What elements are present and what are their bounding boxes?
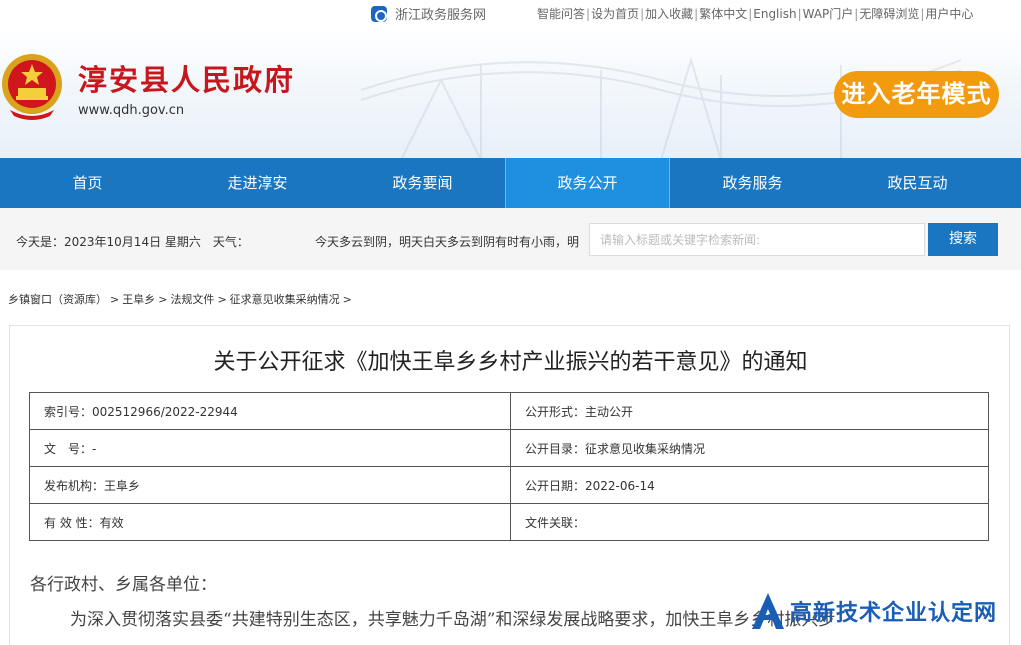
meta-disclosure-form: 公开形式：主动公开 xyxy=(510,392,989,430)
separator: | xyxy=(640,7,645,21)
breadcrumb-item[interactable]: 征求意见收集采纳情况 xyxy=(230,293,340,306)
zhejiang-service-link[interactable]: 浙江政务服务网 xyxy=(371,4,486,23)
meta-validity: 有 效 性：有效 xyxy=(29,503,511,541)
main-nav: 首页 走进淳安 政务要闻 政务公开 政务服务 政民互动 xyxy=(0,158,1021,208)
breadcrumb-separator: > xyxy=(217,293,227,306)
top-link-qa[interactable]: 智能问答 xyxy=(537,7,585,21)
article-title: 关于公开征求《加快王阜乡乡村产业振兴的若干意见》的通知 xyxy=(213,350,808,375)
nav-item-interaction[interactable]: 政民互动 xyxy=(835,158,1000,208)
nav-item-about-chunan[interactable]: 走进淳安 xyxy=(175,158,340,208)
national-emblem-icon xyxy=(2,54,62,120)
top-link-user-center[interactable]: 用户中心 xyxy=(925,7,973,21)
top-link-traditional[interactable]: 繁体中文 xyxy=(699,7,747,21)
top-links: 智能问答|设为首页|加入收藏|繁体中文|English|WAP门户|无障碍浏览|… xyxy=(537,5,973,22)
watermark-logo: 高新技术企业认定网 xyxy=(752,589,1021,632)
meta-document-number: 文 号：- xyxy=(29,429,511,467)
nav-item-services[interactable]: 政务服务 xyxy=(670,158,835,208)
breadcrumb-separator: > xyxy=(110,293,120,306)
meta-index-number: 索引号：002512966/2022-22944 xyxy=(29,392,511,430)
meta-publish-date: 公开日期：2022-06-14 xyxy=(510,466,989,504)
breadcrumb-item[interactable]: 法规文件 xyxy=(170,293,214,306)
table-row: 有 效 性：有效 文件关联： xyxy=(29,503,989,541)
top-link-wap[interactable]: WAP门户 xyxy=(803,7,854,21)
top-link-english[interactable]: English xyxy=(753,7,796,21)
elder-mode-button[interactable]: 进入老年模式 xyxy=(834,71,999,118)
breadcrumb: 乡镇窗口（资源库） > 王阜乡 > 法规文件 > 征求意见收集采纳情况 > xyxy=(8,291,355,307)
nav-item-home[interactable]: 首页 xyxy=(0,158,175,208)
search-input[interactable]: 请输入标题或关键字检索新闻: xyxy=(589,223,925,256)
date-weather-label: 今天是：2023年10月14日 星期六 天气： xyxy=(16,235,249,249)
top-link-set-home[interactable]: 设为首页 xyxy=(591,7,639,21)
top-link-favorite[interactable]: 加入收藏 xyxy=(645,7,693,21)
article-salutation: 各行政村、乡属各单位： xyxy=(30,575,217,595)
separator: | xyxy=(797,7,802,21)
table-row: 发布机构：王阜乡 公开日期：2022-06-14 xyxy=(29,466,989,504)
watermark-text: 高新技术企业认定网 xyxy=(790,600,998,626)
table-row: 索引号：002512966/2022-22944 公开形式：主动公开 xyxy=(29,392,989,430)
nav-item-disclosure[interactable]: 政务公开 xyxy=(505,158,670,208)
nav-item-news[interactable]: 政务要闻 xyxy=(340,158,505,208)
breadcrumb-item[interactable]: 王阜乡 xyxy=(122,293,155,306)
site-title[interactable]: 淳安县人民政府 xyxy=(78,57,295,99)
separator: | xyxy=(920,7,925,21)
zhejiang-service-label: 浙江政务服务网 xyxy=(395,8,487,23)
search-button[interactable]: 搜索 xyxy=(928,223,998,256)
breadcrumb-separator: > xyxy=(158,293,168,306)
watermark-a-icon xyxy=(752,592,784,629)
breadcrumb-separator: > xyxy=(342,293,352,306)
separator: | xyxy=(854,7,859,21)
article-paragraph: 为深入贯彻落实县委“共建特别生态区，共享魅力千岛湖”和深绿发展战略要求，加快王阜… xyxy=(70,610,836,630)
article-meta-table: 索引号：002512966/2022-22944 公开形式：主动公开 文 号：-… xyxy=(29,392,989,541)
meta-disclosure-category: 公开目录：征求意见收集采纳情况 xyxy=(510,429,989,467)
top-utility-bar: 浙江政务服务网 智能问答|设为首页|加入收藏|繁体中文|English|WAP门… xyxy=(0,0,1021,28)
zhejiang-service-icon xyxy=(371,5,387,22)
site-url: www.qdh.gov.cn xyxy=(78,103,185,118)
breadcrumb-item[interactable]: 乡镇窗口（资源库） xyxy=(8,293,107,306)
top-link-accessibility[interactable]: 无障碍浏览 xyxy=(859,7,919,21)
table-row: 文 号：- 公开目录：征求意见收集采纳情况 xyxy=(29,429,989,467)
weather-ticker: 今天多云到阴，明天白天多云到阴有时有小雨，明 xyxy=(315,235,580,249)
meta-related-files: 文件关联： xyxy=(510,503,989,541)
separator: | xyxy=(694,7,699,21)
meta-publisher: 发布机构：王阜乡 xyxy=(29,466,511,504)
separator: | xyxy=(586,7,591,21)
separator: | xyxy=(748,7,753,21)
